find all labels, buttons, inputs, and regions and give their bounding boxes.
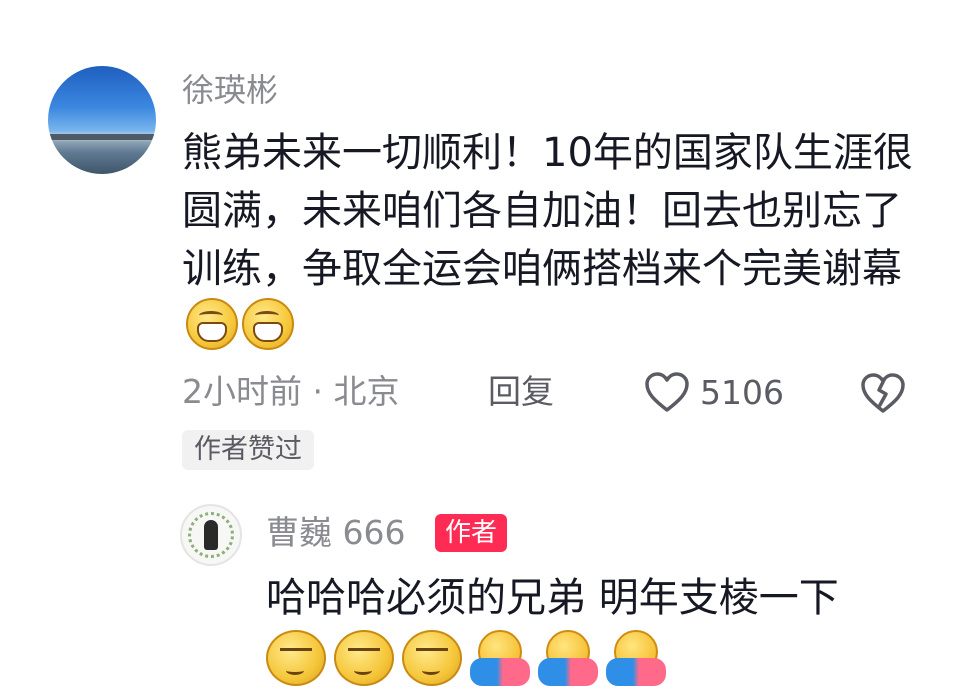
like-count: 5106: [700, 372, 784, 412]
hug-emoji-arms: [538, 658, 598, 686]
smirk-emoji: [334, 630, 394, 686]
dislike-button[interactable]: [860, 370, 906, 416]
hug-emoji-arms: [606, 658, 666, 686]
avatar-figure: [204, 520, 218, 550]
hug-emoji: [606, 630, 666, 686]
reply-button[interactable]: 回复: [488, 370, 554, 414]
heart-icon: [645, 372, 689, 412]
comment-thread: 徐瑛彬 熊弟未来一切顺利！10年的国家队生涯很圆满，未来咱们各自加油！回去也别忘…: [0, 0, 960, 696]
author-tag: 作者: [435, 514, 508, 552]
broken-heart-icon: [861, 373, 905, 413]
hug-emoji-arms: [470, 658, 530, 686]
hug-emoji: [538, 630, 598, 686]
like-button[interactable]: 5106: [644, 368, 784, 416]
grin-emoji: [186, 298, 238, 350]
author-liked-badge: 作者赞过: [182, 430, 314, 470]
comment-text-body: 熊弟未来一切顺利！10年的国家队生涯很圆满，未来咱们各自加油！回去也别忘了训练，…: [182, 130, 913, 292]
reply-avatar[interactable]: [180, 504, 242, 566]
commenter-username[interactable]: 徐瑛彬: [182, 70, 278, 110]
comment-text: 熊弟未来一切顺利！10年的国家队生涯很圆满，未来咱们各自加油！回去也别忘了训练，…: [182, 124, 922, 356]
smirk-emoji: [266, 630, 326, 686]
grin-emoji: [242, 298, 294, 350]
reply-text: 哈哈哈必须的兄弟 明年支棱一下: [266, 575, 839, 621]
hug-emoji: [470, 630, 530, 686]
reply-emoji-row: [266, 630, 666, 686]
commenter-avatar[interactable]: [48, 66, 156, 174]
smirk-emoji: [402, 630, 462, 686]
reply-username[interactable]: 曹巍 666: [266, 512, 405, 554]
avatar-shoreline: [48, 134, 156, 140]
comment-meta: 2小时前 · 北京: [182, 372, 400, 411]
